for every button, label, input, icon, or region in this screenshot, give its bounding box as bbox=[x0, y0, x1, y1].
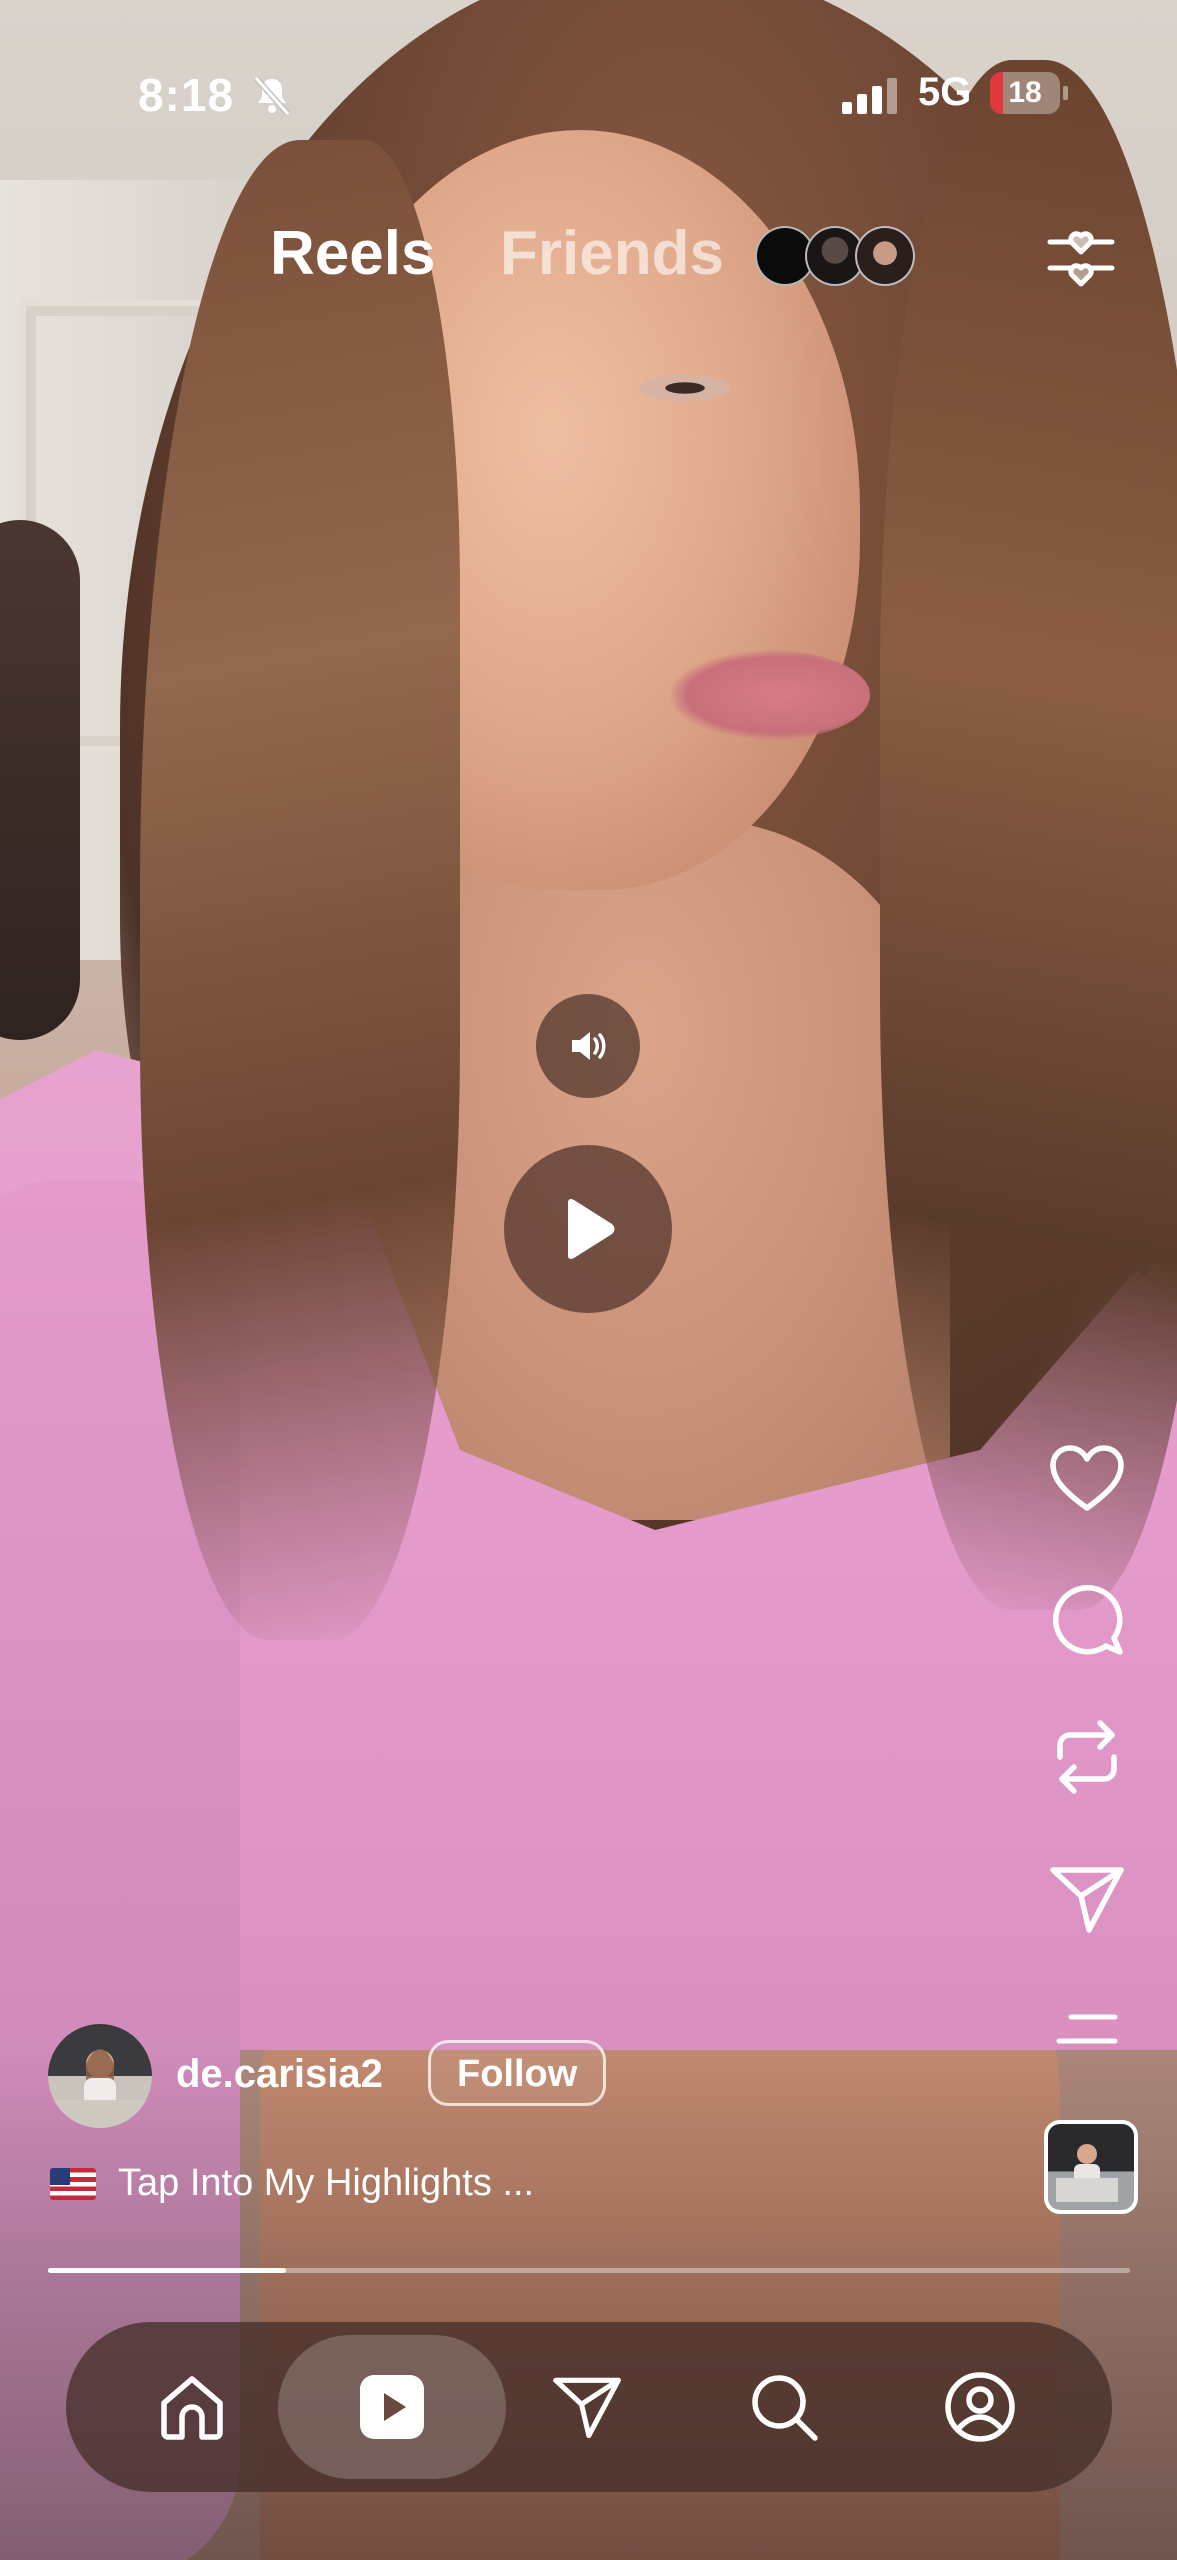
repost-button[interactable] bbox=[1048, 1718, 1126, 1796]
flag-canton bbox=[50, 2167, 70, 2185]
tab-friends[interactable]: Friends bbox=[500, 218, 724, 289]
comment-icon bbox=[1052, 1584, 1123, 1655]
friend-avatars[interactable] bbox=[755, 226, 915, 286]
comment-button[interactable] bbox=[1048, 1580, 1126, 1658]
heart-icon bbox=[1050, 1445, 1124, 1511]
caption-text: Tap Into My Highlights ... bbox=[118, 2162, 535, 2204]
play-icon bbox=[568, 1199, 615, 1259]
video-progress-bar[interactable] bbox=[48, 2268, 1130, 2273]
lips bbox=[670, 650, 870, 740]
bell-slash-icon bbox=[253, 76, 291, 116]
search-icon bbox=[752, 2375, 818, 2441]
nav-messages[interactable] bbox=[515, 2335, 659, 2479]
hair-strand-left bbox=[140, 140, 460, 1640]
video-progress-fill bbox=[48, 2268, 287, 2273]
nav-search[interactable] bbox=[712, 2335, 856, 2479]
nav-reels[interactable] bbox=[320, 2335, 464, 2479]
more-icon bbox=[1056, 2014, 1118, 2044]
heart-sliders-icon[interactable] bbox=[1046, 222, 1116, 290]
profile-icon bbox=[945, 2372, 1015, 2442]
nav-profile[interactable] bbox=[908, 2335, 1052, 2479]
cellular-signal-icon bbox=[842, 78, 897, 114]
send-icon bbox=[1050, 1867, 1124, 1933]
author-avatar[interactable] bbox=[48, 2024, 152, 2128]
hair-strand-right bbox=[880, 60, 1177, 1610]
author-avatar-image bbox=[48, 2049, 152, 2128]
follow-button[interactable]: Follow bbox=[428, 2040, 607, 2106]
speaker-icon bbox=[572, 1032, 606, 1060]
reels-icon bbox=[360, 2375, 424, 2439]
audio-thumbnail-image bbox=[1056, 2144, 1118, 2202]
like-button[interactable] bbox=[1048, 1440, 1126, 1518]
caption[interactable]: Tap Into My Highlights ... bbox=[50, 2162, 534, 2205]
sound-toggle-button[interactable] bbox=[536, 994, 640, 1098]
network-label: 5G bbox=[918, 70, 972, 114]
battery-level: 18 bbox=[1008, 76, 1042, 109]
play-button[interactable] bbox=[504, 1145, 672, 1313]
battery-cap bbox=[1063, 86, 1068, 100]
bottom-nav bbox=[66, 2322, 1112, 2492]
status-time: 8:18 bbox=[138, 69, 235, 121]
friend-avatar bbox=[855, 226, 915, 286]
home-icon bbox=[161, 2376, 223, 2440]
eye-left bbox=[640, 375, 730, 401]
battery-body: 18 bbox=[990, 72, 1060, 114]
battery-icon: 18 bbox=[990, 72, 1070, 114]
status-bar: 8:18 5G 18 bbox=[0, 0, 1177, 190]
us-flag-icon bbox=[50, 2167, 96, 2200]
author-username[interactable]: de.carisia2 bbox=[176, 2052, 383, 2097]
more-button[interactable] bbox=[1048, 1990, 1126, 2068]
nav-home[interactable] bbox=[120, 2335, 264, 2479]
tab-reels[interactable]: Reels bbox=[270, 218, 435, 289]
repost-icon bbox=[1057, 1720, 1117, 1794]
messages-icon bbox=[553, 2377, 621, 2439]
share-button[interactable] bbox=[1048, 1860, 1126, 1938]
background-person bbox=[0, 520, 80, 1040]
audio-thumbnail[interactable] bbox=[1044, 2120, 1138, 2214]
